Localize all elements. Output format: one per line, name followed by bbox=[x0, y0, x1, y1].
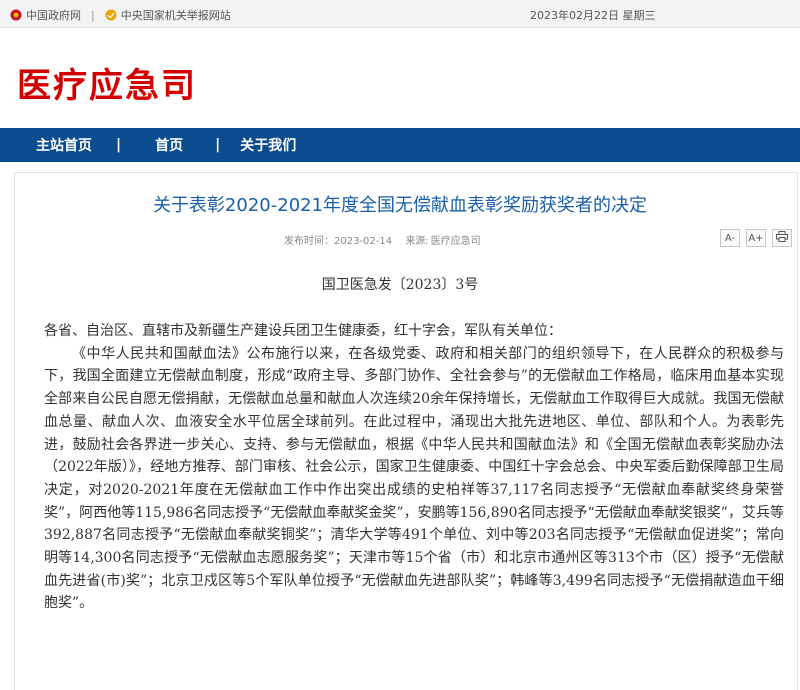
nav-divider: | bbox=[215, 137, 221, 153]
report-site-link[interactable]: 中央国家机关举报网站 bbox=[121, 7, 231, 23]
nav-divider: | bbox=[116, 137, 122, 153]
nav-item-main-home[interactable]: 主站首页 bbox=[36, 135, 92, 155]
source-label: 来源: bbox=[405, 236, 429, 247]
nav-item-home[interactable]: 首页 bbox=[155, 135, 183, 155]
top-links: 中国政府网 | 中央国家机关举报网站 bbox=[10, 7, 231, 23]
site-header: 医疗应急司 bbox=[0, 28, 800, 128]
article-paragraph: 《中华人民共和国献血法》公布施行以来，在各级党委、政府和相关部门的组织领导下，在… bbox=[44, 345, 784, 612]
main-nav: 主站首页 | 首页 | 关于我们 bbox=[0, 128, 800, 162]
article-body: 各省、自治区、直辖市及新疆生产建设兵团卫生健康委，红十字会，军队有关单位： 《中… bbox=[44, 320, 784, 615]
nav-item-about[interactable]: 关于我们 bbox=[240, 135, 296, 155]
top-utility-bar: 中国政府网 | 中央国家机关举报网站 2023年02月22日 星期三 bbox=[0, 0, 800, 28]
source-value: 医疗应急司 bbox=[430, 236, 481, 247]
font-increase-button[interactable]: A+ bbox=[746, 229, 766, 247]
print-icon bbox=[776, 231, 788, 245]
document-number: 国卫医急发〔2023〕3号 bbox=[321, 277, 479, 293]
font-increase-icon: A+ bbox=[748, 232, 764, 244]
current-date: 2023年02月22日 星期三 bbox=[530, 9, 656, 22]
article-title: 关于表彰2020-2021年度全国无偿献血表彰奖励获奖者的决定 bbox=[152, 195, 648, 216]
site-title[interactable]: 医疗应急司 bbox=[17, 58, 197, 107]
font-decrease-button[interactable]: A- bbox=[720, 229, 740, 247]
report-site-icon bbox=[105, 9, 117, 21]
national-emblem-icon bbox=[10, 9, 22, 21]
article-tools: A- A+ bbox=[720, 229, 792, 247]
print-button[interactable] bbox=[772, 229, 792, 247]
gov-site-link[interactable]: 中国政府网 bbox=[26, 7, 81, 23]
font-decrease-icon: A- bbox=[724, 232, 736, 244]
published-date: 2023-02-14 bbox=[334, 236, 393, 247]
article-greeting: 各省、自治区、直辖市及新疆生产建设兵团卫生健康委，红十字会，军队有关单位： bbox=[44, 323, 562, 339]
top-separator: | bbox=[91, 8, 95, 22]
article-meta: 发布时间：2023-02-14 来源: 医疗应急司 bbox=[284, 232, 491, 247]
published-label: 发布时间： bbox=[284, 236, 334, 247]
